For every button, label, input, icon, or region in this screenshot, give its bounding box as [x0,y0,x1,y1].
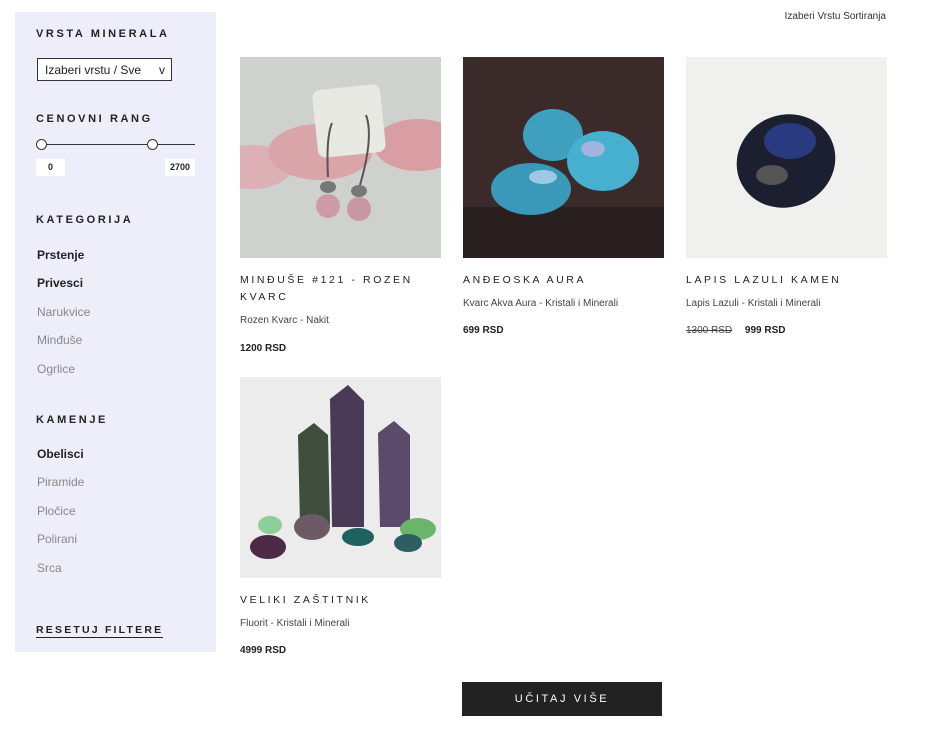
product-name[interactable]: LAPIS LAZULI KAMEN [686,272,887,289]
filter-sidebar: VRSTA MINERALA Izaberi vrstu / Sve v CEN… [15,12,216,652]
category-item-minduse[interactable]: Minđuše [37,333,82,347]
price-range-heading: CENOVNI RANG [36,113,153,125]
product-price-row: 1300 RSD 999 RSD [686,325,887,336]
stone-item-piramide[interactable]: Piramide [37,475,84,489]
reset-filters-link[interactable]: RESETUJ FILTERE [36,624,164,638]
category-item-privesci[interactable]: Privesci [37,276,83,290]
product-subtitle: Rozen Kvarc - Nakit [240,315,329,326]
stone-item-plocice[interactable]: Pločice [37,504,76,518]
category-item-prstenje[interactable]: Prstenje [37,248,84,262]
product-card[interactable]: VELIKI ZAŠTITNIK Fluorit - Kristali i Mi… [240,377,441,656]
load-more-button[interactable]: UČITAJ VIŠE [462,682,662,716]
product-name[interactable]: MINĐUŠE #121 - ROZEN KVARC [240,272,441,306]
price-range-track[interactable] [41,144,195,145]
product-subtitle: Lapis Lazuli - Kristali i Minerali [686,298,821,309]
mineral-type-heading: VRSTA MINERALA [36,28,170,40]
product-name[interactable]: VELIKI ZAŠTITNIK [240,592,441,609]
mineral-type-select-value: Izaberi vrstu / Sve [45,63,142,77]
product-subtitle: Fluorit - Kristali i Minerali [240,618,350,629]
category-item-ogrlice[interactable]: Ogrlice [37,362,75,376]
product-price: 999 RSD [744,325,786,336]
product-price: 699 RSD [463,325,504,336]
product-image[interactable] [240,377,441,578]
product-image[interactable] [463,57,664,258]
product-subtitle: Kvarc Akva Aura - Kristali i Minerali [463,298,619,309]
product-name[interactable]: ANĐEOSKA AURA [463,272,664,289]
category-item-narukvice[interactable]: Narukvice [37,305,90,319]
price-max-value[interactable]: 2700 [165,159,195,176]
price-min-value[interactable]: 0 [36,159,65,176]
price-range-max-handle[interactable] [147,139,158,150]
product-price: 4999 RSD [240,645,287,656]
product-price-row: 699 RSD [463,325,664,336]
stone-item-obelisci[interactable]: Obelisci [37,447,84,461]
stone-item-polirani[interactable]: Polirani [37,532,77,546]
product-price: 1200 RSD [240,343,287,354]
stone-item-srca[interactable]: Srca [37,561,62,575]
stones-heading: KAMENJE [36,414,108,426]
category-heading: KATEGORIJA [36,214,134,226]
sort-dropdown[interactable]: Izaberi Vrstu Sortiranja [785,11,886,22]
chevron-down-icon: v [159,63,165,77]
mineral-type-select[interactable]: Izaberi vrstu / Sve v [37,58,172,81]
product-old-price: 1300 RSD [686,325,733,336]
price-range-min-handle[interactable] [36,139,47,150]
product-card[interactable]: LAPIS LAZULI KAMEN Lapis Lazuli - Krista… [686,57,887,336]
product-card[interactable]: MINĐUŠE #121 - ROZEN KVARC Rozen Kvarc -… [240,57,441,354]
product-card[interactable]: ANĐEOSKA AURA Kvarc Akva Aura - Kristali… [463,57,664,336]
product-image[interactable] [240,57,441,258]
product-price-row: 4999 RSD [240,645,441,656]
product-image[interactable] [686,57,887,258]
